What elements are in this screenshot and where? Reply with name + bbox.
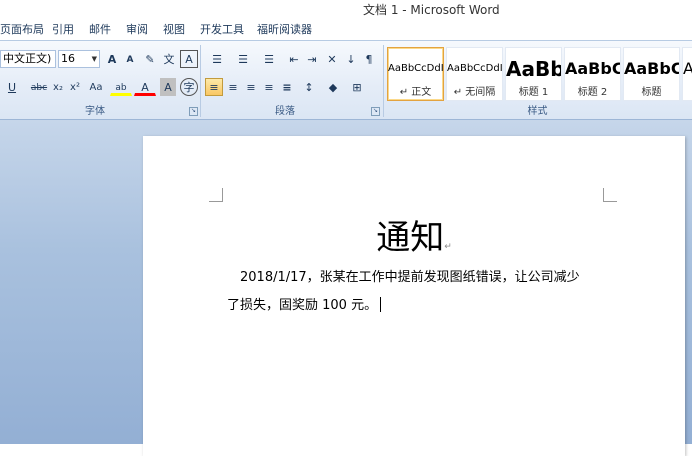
numbering-button[interactable]: ☰ xyxy=(231,50,255,68)
font-name-combo[interactable]: 中文正文) xyxy=(0,50,56,68)
paragraph-mark: ↵ xyxy=(444,242,452,252)
align-left-button[interactable]: ≡ xyxy=(205,78,223,96)
sogou-watermark: S 搜狗指南 zhinan.sogou.com xyxy=(514,352,684,422)
style-more[interactable]: A xyxy=(682,47,692,101)
multilevel-list-button[interactable]: ☰ xyxy=(257,50,281,68)
show-hide-marks-button[interactable]: ¶ xyxy=(361,50,377,68)
sort-button[interactable]: ↓ xyxy=(343,50,359,68)
body-line-1: 2018/1/17，张某在工作中提前发现图纸错误，让公司减少 xyxy=(240,270,580,285)
font-color-button[interactable]: A xyxy=(134,78,156,96)
justify-button[interactable]: ≡ xyxy=(260,78,278,96)
body-line-2-text: 了损失，固奖励 100 元。 xyxy=(227,298,378,313)
document-title: 通知↵ xyxy=(143,210,685,259)
tab-developer[interactable]: 开发工具 xyxy=(200,20,244,40)
distributed-button[interactable]: ≡ xyxy=(278,78,296,96)
font-dialog-launcher-icon[interactable]: ↘ xyxy=(189,107,198,116)
margin-corner-marker xyxy=(209,188,223,202)
tab-foxit-reader[interactable]: 福昕阅读器 xyxy=(257,20,312,40)
shrink-font-button[interactable]: A xyxy=(121,50,139,68)
text-cursor xyxy=(380,297,382,312)
window-title: 文档 1 - Microsoft Word xyxy=(363,3,500,17)
styles-group-label: 样式 xyxy=(527,106,548,117)
tab-view[interactable]: 视图 xyxy=(163,20,185,40)
decrease-indent-button[interactable]: ⇤ xyxy=(285,50,303,68)
change-case-button[interactable]: Aa xyxy=(85,78,107,96)
style-name: ↵ 正文 xyxy=(399,87,432,98)
tab-references[interactable]: 引用 xyxy=(52,20,74,40)
increase-indent-button[interactable]: ⇥ xyxy=(303,50,321,68)
document-title-text: 通知 xyxy=(376,218,445,258)
style-heading-1[interactable]: AaBb 标题 1 xyxy=(505,47,562,101)
font-group-label: 字体 xyxy=(85,106,105,117)
ribbon-tabs: 页面布局 引用 邮件 审阅 视图 开发工具 福昕阅读器 xyxy=(0,20,692,40)
font-name-value: 中文正文) xyxy=(3,52,52,65)
title-bar: 文档 1 - Microsoft Word xyxy=(0,0,692,20)
chinese-layout-button[interactable]: ✕ xyxy=(323,50,341,68)
highlight-color-button[interactable]: ab xyxy=(110,78,132,96)
style-preview: AaBb xyxy=(506,57,562,81)
sogou-logo-icon: S xyxy=(514,356,546,388)
style-preview: AaBbC xyxy=(565,59,621,78)
underline-button[interactable]: U xyxy=(4,78,20,96)
style-name: 标题 xyxy=(641,87,662,98)
center-button[interactable]: ≡ xyxy=(224,78,242,96)
style-no-spacing[interactable]: AaBbCcDdI ↵ 无间隔 xyxy=(446,47,503,101)
borders-button[interactable]: ⊞ xyxy=(346,78,368,96)
font-size-value: 16 xyxy=(61,52,75,65)
strikethrough-button[interactable]: abc xyxy=(28,78,50,96)
subscript-button[interactable]: x₂ xyxy=(50,78,66,96)
superscript-button[interactable]: x² xyxy=(67,78,83,96)
style-title[interactable]: AaBbC 标题 xyxy=(623,47,680,101)
enclose-characters-button[interactable]: 字 xyxy=(180,78,198,96)
clear-format-button[interactable]: ✎ xyxy=(141,50,159,68)
font-size-combo[interactable]: 16 ▼ xyxy=(58,50,100,68)
style-name: 标题 1 xyxy=(518,87,549,98)
bullets-button[interactable]: ☰ xyxy=(205,50,229,68)
line-spacing-button[interactable]: ↕ xyxy=(298,78,320,96)
style-preview: AaBbCcDdI xyxy=(388,63,444,74)
style-preview: A xyxy=(683,58,692,80)
align-right-button[interactable]: ≡ xyxy=(242,78,260,96)
grow-font-button[interactable]: A xyxy=(103,50,121,68)
style-preview: AaBbCcDdI xyxy=(447,63,503,74)
watermark-url: zhinan.sogou.com xyxy=(516,396,653,414)
style-name: 标题 2 xyxy=(577,87,608,98)
style-name: ↵ 无间隔 xyxy=(453,87,496,98)
tab-review[interactable]: 审阅 xyxy=(126,20,148,40)
body-line-2: 了损失，固奖励 100 元。 xyxy=(227,294,382,313)
character-shading-button[interactable]: A xyxy=(160,78,176,96)
paragraph-group-label: 段落 xyxy=(275,106,295,117)
ribbon: 中文正文) 16 ▼ A A ✎ 文 A U abc x₂ x² Aa ab A… xyxy=(0,40,692,120)
phonetic-guide-button[interactable]: 文 xyxy=(160,50,178,68)
style-normal[interactable]: AaBbCcDdI ↵ 正文 xyxy=(387,47,444,101)
tab-mailings[interactable]: 邮件 xyxy=(89,20,111,40)
shading-button[interactable]: ◆ xyxy=(322,78,344,96)
tab-page-layout[interactable]: 页面布局 xyxy=(0,20,44,40)
character-border-button[interactable]: A xyxy=(180,50,198,68)
paragraph-dialog-launcher-icon[interactable]: ↘ xyxy=(371,107,380,116)
style-heading-2[interactable]: AaBbC 标题 2 xyxy=(564,47,621,101)
style-preview: AaBbC xyxy=(624,59,680,78)
chevron-down-icon: ▼ xyxy=(91,55,97,63)
watermark-text: 搜狗指南 xyxy=(554,361,659,390)
margin-corner-marker xyxy=(603,188,617,202)
